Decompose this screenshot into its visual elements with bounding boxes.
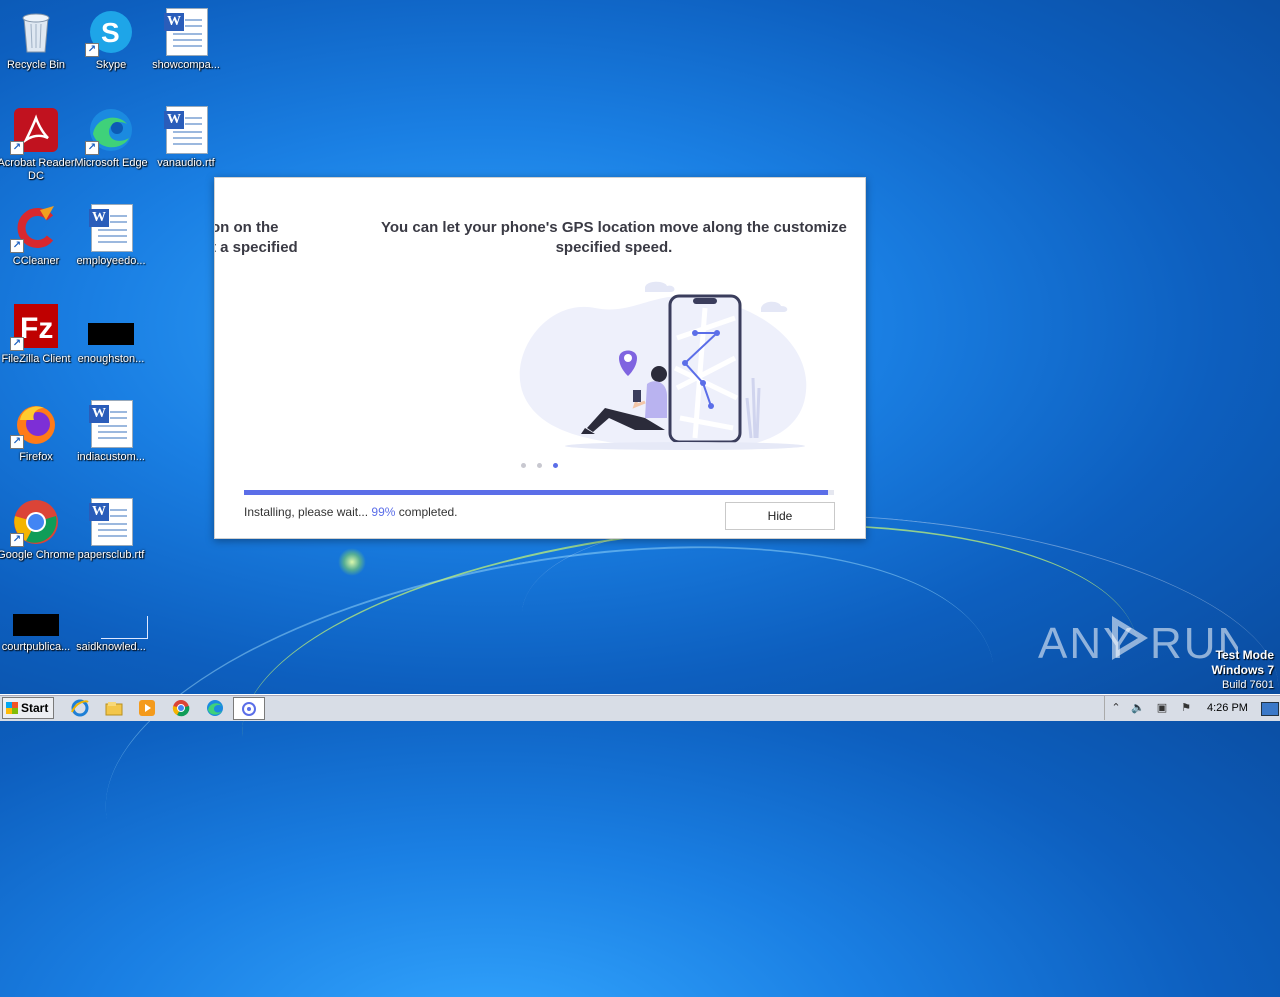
desktop-icon-employeedo[interactable]: W employeedo...	[72, 204, 150, 268]
black-thumbnail-icon	[12, 604, 60, 638]
edge-icon: ↗	[85, 106, 135, 155]
slide-indicator-dot[interactable]	[537, 463, 542, 468]
desktop-icon-firefox[interactable]: ↗ Firefox	[0, 400, 75, 464]
desktop-icon-edge[interactable]: ↗ Microsoft Edge	[72, 106, 150, 170]
slide-description: You can let your phone's GPS location mo…	[381, 218, 847, 258]
install-progress-bar	[244, 490, 834, 495]
watermark-line: Windows 7	[1211, 663, 1274, 677]
desktop-icon-label: indiacustom...	[77, 451, 145, 463]
windows-test-mode-watermark: Test Mode Windows 7 Build 7601	[1211, 648, 1274, 692]
word-document-icon: W	[162, 106, 210, 154]
desktop-icon-label: Acrobat Reader DC	[0, 157, 75, 182]
desktop-icon-label: courtpublica...	[1, 641, 71, 653]
word-document-icon: W	[87, 498, 135, 546]
start-button[interactable]: Start	[2, 697, 54, 719]
desktop-icon-label: papersclub.rtf	[77, 549, 145, 561]
show-desktop-icon[interactable]	[1261, 702, 1279, 716]
desktop-icon-indiacustom[interactable]: W indiacustom...	[72, 400, 150, 464]
ccleaner-icon: ↗	[10, 204, 60, 253]
installer-app-taskbar-button[interactable]	[233, 697, 265, 720]
previous-slide-line: on on the	[214, 219, 279, 236]
desktop-icon-enoughston[interactable]: enoughston...	[72, 302, 150, 366]
desktop-icon-label: enoughston...	[77, 353, 145, 365]
watermark-line: Build 7601	[1222, 679, 1274, 691]
show-hidden-icons-icon[interactable]: ⌃	[1109, 701, 1123, 715]
desktop-icon-label: CCleaner	[12, 255, 60, 267]
filezilla-icon: Fz ↗	[10, 302, 60, 351]
status-prefix: Installing, please wait...	[244, 505, 369, 519]
desktop-icon-label: FileZilla Client	[1, 353, 71, 365]
system-tray: ⌃ 🔈 ▣ ⚑ 4:26 PM	[1104, 696, 1280, 720]
firefox-icon: ↗	[10, 400, 60, 449]
desktop-icon-filezilla[interactable]: Fz ↗ FileZilla Client	[0, 302, 75, 366]
word-document-icon: W	[162, 8, 210, 56]
slide-indicator-dot[interactable]	[521, 463, 526, 468]
anyrun-logo-icon: ANY RUN	[1038, 616, 1249, 668]
desktop-icon-showcompa[interactable]: W showcompa...	[147, 8, 225, 72]
taskbar-clock[interactable]: 4:26 PM	[1207, 702, 1248, 714]
status-percent: 99%	[371, 505, 396, 519]
action-center-flag-icon[interactable]: ⚑	[1179, 701, 1193, 715]
install-status: Installing, please wait... 99% completed…	[244, 505, 458, 519]
volume-icon[interactable]: 🔈	[1131, 701, 1145, 715]
desktop-icon-ccleaner[interactable]: ↗ CCleaner	[0, 204, 75, 268]
chrome-icon: ↗	[10, 498, 60, 547]
acrobat-icon: ↗	[10, 106, 60, 155]
install-progress-fill	[244, 490, 829, 495]
desktop-icon-label: showcompa...	[152, 59, 220, 71]
windows-logo-icon	[6, 702, 18, 714]
hide-button[interactable]: Hide	[725, 502, 835, 530]
desktop-icon-label: Firefox	[19, 451, 53, 463]
edge-icon[interactable]	[205, 698, 225, 718]
previous-slide-line: t a specified	[214, 239, 298, 256]
desktop-icon-label: employeedo...	[76, 255, 146, 267]
gps-illustration	[519, 281, 807, 450]
slide-description-line: You can let your phone's GPS location mo…	[381, 219, 847, 236]
chrome-icon[interactable]	[171, 698, 191, 718]
svg-text:S: S	[101, 17, 120, 48]
desktop-icon-saidknowled[interactable]: saidknowled...	[72, 604, 150, 654]
start-label: Start	[21, 701, 49, 715]
installer-app-icon	[242, 702, 256, 716]
black-thumbnail-icon	[87, 302, 135, 350]
desktop-icon-label: Skype	[95, 59, 127, 71]
previous-slide-text: on on the t a specified	[214, 218, 298, 258]
desktop-icon-recycle-bin[interactable]: Recycle Bin	[0, 8, 75, 72]
wallpaper-sparkle	[338, 548, 366, 576]
word-document-icon: W	[87, 400, 135, 448]
desktop-icon-label: Recycle Bin	[6, 59, 66, 71]
desktop-icon-chrome[interactable]: ↗ Google Chrome	[0, 498, 75, 562]
file-explorer-icon[interactable]	[104, 698, 124, 718]
desktop-icon-label: Microsoft Edge	[74, 157, 148, 169]
word-document-icon: W	[87, 204, 135, 252]
internet-explorer-icon[interactable]	[70, 698, 90, 718]
anyrun-watermark: ANY RUN	[1038, 608, 1249, 678]
watermark-line: Test Mode	[1215, 648, 1274, 662]
desktop-icon-acrobat[interactable]: ↗ Acrobat Reader DC	[0, 106, 75, 183]
blank-thumbnail-icon	[87, 604, 148, 639]
svg-text:Fz: Fz	[20, 312, 53, 345]
media-player-icon[interactable]	[137, 698, 157, 718]
status-suffix: completed.	[398, 505, 458, 519]
desktop-icon-label: Google Chrome	[0, 549, 75, 561]
desktop-icon-papersclub[interactable]: W papersclub.rtf	[72, 498, 150, 562]
skype-icon: S ↗	[85, 8, 135, 57]
desktop-icon-vanaudio[interactable]: W vanaudio.rtf	[147, 106, 225, 170]
slide-indicator-dot-active[interactable]	[553, 463, 558, 468]
desktop-icon-label: vanaudio.rtf	[157, 157, 215, 169]
taskbar: Start ⌃ 🔈 ▣ ⚑ 4:26 PM	[0, 694, 1280, 721]
desktop-icon-skype[interactable]: S ↗ Skype	[72, 8, 150, 72]
recycle-bin-icon	[12, 8, 60, 56]
network-icon[interactable]: ▣	[1155, 701, 1169, 715]
desktop-icon-courtpublica[interactable]: courtpublica...	[0, 604, 75, 654]
desktop-icon-label: saidknowled...	[76, 641, 146, 653]
installer-window: on on the t a specified You can let your…	[214, 177, 866, 539]
slide-description-line: specified speed.	[555, 239, 673, 256]
